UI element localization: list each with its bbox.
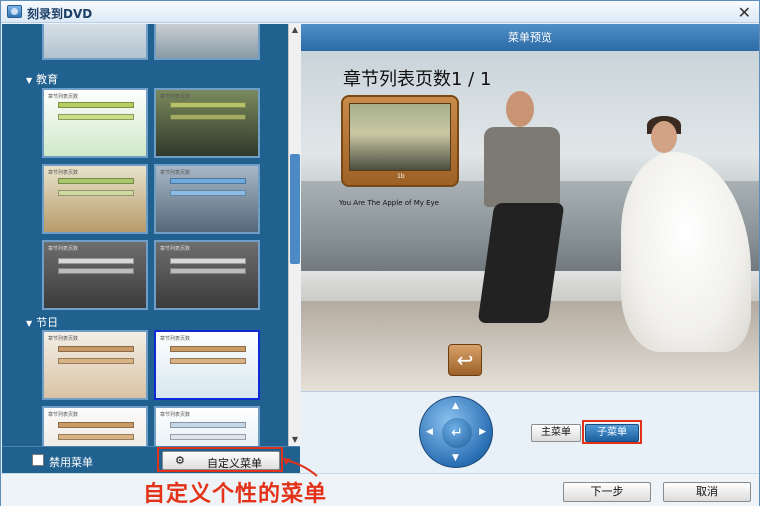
- template-thumb-holiday-4[interactable]: 章节列表页数: [154, 406, 260, 446]
- template-thumb-edu-3[interactable]: 章节列表页数: [42, 164, 148, 234]
- burn-dvd-window: 刻录到DVD ✕ ▼ 教育 章节列表页数 章节列表页数 章节列表页数 章节列表页…: [0, 0, 760, 507]
- collapse-arrow-icon: ▼: [26, 76, 33, 85]
- collapse-arrow-icon: ▼: [26, 319, 33, 328]
- scroll-up-icon[interactable]: ▲: [289, 24, 300, 36]
- chapter-thumbnail[interactable]: 1b: [341, 95, 459, 187]
- arrow-left-icon[interactable]: ◀: [426, 427, 433, 437]
- template-thumb-holiday-2[interactable]: 章节列表页数: [154, 330, 260, 400]
- annotation-arrow-icon: [283, 458, 318, 477]
- window-title: 刻录到DVD: [27, 7, 93, 21]
- disable-menu-checkbox[interactable]: [32, 454, 44, 466]
- template-thumb-edu-4[interactable]: 章节列表页数: [154, 164, 260, 234]
- scroll-down-icon[interactable]: ▼: [289, 434, 300, 446]
- preview-controls: ▲ ▼ ◀ ▶ ↵ 主菜单 子菜单: [301, 391, 759, 473]
- template-scrollbar[interactable]: ▲ ▼: [288, 24, 300, 446]
- template-thumb-tower[interactable]: [154, 24, 260, 60]
- arrow-down-icon[interactable]: ▼: [452, 453, 459, 463]
- template-thumb-holiday-3[interactable]: 章节列表页数: [42, 406, 148, 446]
- arrow-up-icon[interactable]: ▲: [452, 401, 459, 411]
- navigation-pad[interactable]: ▲ ▼ ◀ ▶ ↵: [419, 396, 493, 468]
- chapter-page-title: 章节列表页数1 / 1: [343, 69, 492, 90]
- template-thumb-city[interactable]: [42, 24, 148, 60]
- disable-menu-label: 禁用菜单: [49, 456, 93, 469]
- annotation-text: 自定义个性的菜单: [143, 482, 328, 507]
- arrow-right-icon[interactable]: ▶: [479, 427, 486, 437]
- next-button[interactable]: 下一步: [563, 482, 651, 502]
- template-thumb-edu-1[interactable]: 章节列表页数: [42, 88, 148, 158]
- enter-icon[interactable]: ↵: [442, 418, 472, 448]
- bottom-bar: 自定义个性的菜单 下一步 取消: [1, 473, 759, 507]
- template-thumb-edu-6[interactable]: 章节列表页数: [154, 240, 260, 310]
- template-list: ▼ 教育 章节列表页数 章节列表页数 章节列表页数 章节列表页数 章节列表页数 …: [2, 24, 288, 446]
- cancel-button[interactable]: 取消: [663, 482, 751, 502]
- template-panel: ▼ 教育 章节列表页数 章节列表页数 章节列表页数 章节列表页数 章节列表页数 …: [2, 24, 300, 446]
- preview-bride: [611, 116, 756, 356]
- title-bar: 刻录到DVD ✕: [1, 1, 759, 23]
- template-thumb-holiday-1[interactable]: 章节列表页数: [42, 330, 148, 400]
- close-icon[interactable]: ✕: [738, 3, 751, 22]
- custom-menu-highlight: [157, 447, 283, 472]
- category-holiday[interactable]: ▼ 节日: [26, 314, 58, 330]
- preview-groom: [466, 91, 586, 351]
- return-icon[interactable]: ↩: [448, 344, 482, 376]
- app-icon: [7, 5, 22, 18]
- scroll-thumb[interactable]: [290, 154, 300, 264]
- preview-header: 菜单预览: [301, 24, 759, 51]
- template-thumb-edu-5[interactable]: 章节列表页数: [42, 240, 148, 310]
- template-thumb-edu-2[interactable]: 章节列表页数: [154, 88, 260, 158]
- category-education[interactable]: ▼ 教育: [26, 71, 58, 87]
- menu-preview: 章节列表页数1 / 1 1b You Are The Apple of My E…: [301, 51, 759, 391]
- sub-menu-highlight: [582, 420, 642, 444]
- main-menu-button[interactable]: 主菜单: [531, 424, 581, 442]
- chapter-caption: You Are The Apple of My Eye: [339, 199, 439, 207]
